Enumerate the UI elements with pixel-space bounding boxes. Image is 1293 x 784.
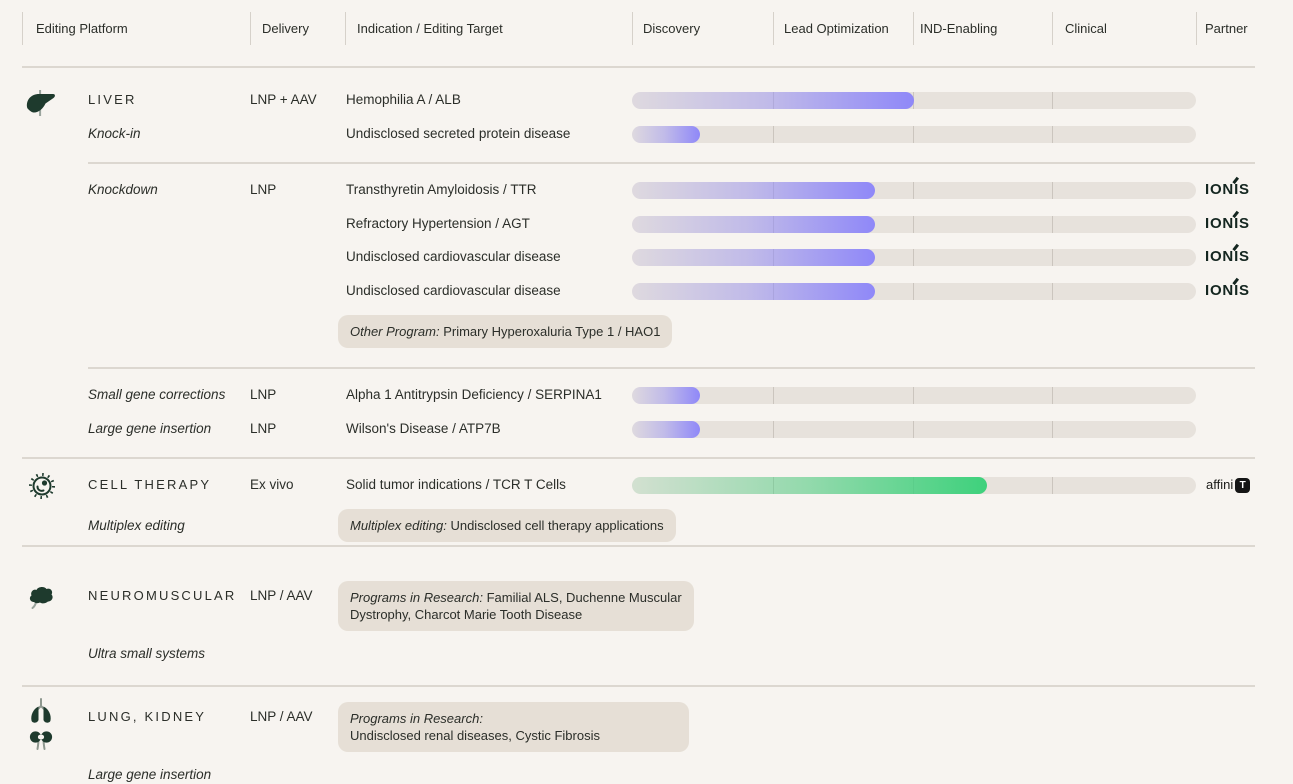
stage-track	[632, 387, 1196, 404]
progress-bar	[632, 421, 1196, 438]
column-header-indication: Indication / Editing Target	[357, 21, 503, 37]
kidneys-icon	[26, 728, 56, 756]
delivery-cell: LNP + AAV	[250, 91, 317, 109]
header-divider	[22, 12, 23, 45]
note-text: Undisclosed cell therapy applications	[450, 518, 663, 533]
organ-label-cell-therapy: CELL THERAPY	[88, 476, 211, 494]
section-separator	[22, 545, 1255, 547]
progress-bar	[632, 182, 1196, 199]
progress-bar	[632, 387, 1196, 404]
affini-t-logo[interactable]: affiniT	[1206, 477, 1250, 493]
pipeline-chart: Editing Platform Delivery Indication / E…	[0, 0, 1293, 784]
research-programs-note: Programs in Research: Familial ALS, Duch…	[338, 581, 694, 631]
progress-fill	[632, 283, 875, 300]
note-prefix: Multiplex editing:	[350, 518, 447, 533]
affini-badge-icon: T	[1235, 478, 1250, 493]
header-divider	[632, 12, 633, 45]
progress-bar	[632, 216, 1196, 233]
column-header-ind-enabling: IND-Enabling	[920, 21, 997, 37]
column-header-editing-platform: Editing Platform	[36, 21, 128, 37]
platform-label-ultra-small-systems: Ultra small systems	[88, 645, 205, 663]
indication-cell: Undisclosed cardiovascular disease	[346, 282, 561, 300]
column-header-delivery: Delivery	[262, 21, 309, 37]
progress-fill	[632, 92, 914, 109]
progress-bar	[632, 477, 1196, 494]
platform-label-large-gene-insertion-bottom: Large gene insertion	[88, 766, 211, 784]
platform-label-large-gene-insertion: Large gene insertion	[88, 420, 211, 438]
column-header-discovery: Discovery	[643, 21, 700, 37]
indication-cell: Refractory Hypertension / AGT	[346, 215, 530, 233]
header-divider	[773, 12, 774, 45]
ionis-logo[interactable]: IONIS	[1205, 216, 1250, 232]
organ-label-lung-kidney: LUNG, KIDNEY	[88, 708, 206, 726]
section-separator	[22, 685, 1255, 687]
note-text: Undisclosed renal diseases, Cystic Fibro…	[350, 727, 677, 744]
header-divider	[1196, 12, 1197, 45]
note-prefix: Programs in Research:	[350, 711, 483, 726]
section-separator	[22, 457, 1255, 459]
delivery-cell: LNP	[250, 386, 276, 404]
delivery-cell: Ex vivo	[250, 476, 294, 494]
indication-cell: Hemophilia A / ALB	[346, 91, 461, 109]
indication-cell: Solid tumor indications / TCR T Cells	[346, 476, 566, 494]
progress-bar	[632, 126, 1196, 143]
delivery-cell: LNP	[250, 420, 276, 438]
cell-icon	[26, 470, 58, 502]
stage-track	[632, 421, 1196, 438]
progress-fill	[632, 421, 700, 438]
header-divider	[250, 12, 251, 45]
section-separator	[22, 66, 1255, 68]
affini-text: affini	[1206, 477, 1233, 493]
progress-fill	[632, 182, 875, 199]
platform-label-multiplex-editing: Multiplex editing	[88, 517, 185, 535]
indication-cell: Alpha 1 Antitrypsin Deficiency / SERPINA…	[346, 386, 602, 404]
lungs-icon	[26, 696, 56, 726]
delivery-cell: LNP / AAV	[250, 708, 313, 726]
progress-fill	[632, 126, 700, 143]
ionis-logo[interactable]: IONIS	[1205, 283, 1250, 299]
platform-label-knock-in: Knock-in	[88, 125, 141, 143]
column-header-partner: Partner	[1205, 21, 1248, 37]
platform-label-small-gene-corrections: Small gene corrections	[88, 386, 225, 404]
note-prefix: Programs in Research:	[350, 590, 483, 605]
progress-fill	[632, 216, 875, 233]
column-header-lead-optimization: Lead Optimization	[784, 21, 889, 37]
column-header-clinical: Clinical	[1065, 21, 1107, 37]
note-prefix: Other Program:	[350, 324, 440, 339]
delivery-cell: LNP / AAV	[250, 587, 313, 605]
progress-bar	[632, 249, 1196, 266]
progress-fill	[632, 477, 987, 494]
header-divider	[345, 12, 346, 45]
header-divider	[1052, 12, 1053, 45]
delivery-cell: LNP	[250, 181, 276, 199]
ionis-logo[interactable]: IONIS	[1205, 182, 1250, 198]
indication-cell: Undisclosed cardiovascular disease	[346, 248, 561, 266]
liver-icon	[24, 86, 58, 118]
other-program-note: Other Program: Primary Hyperoxaluria Typ…	[338, 315, 672, 348]
progress-fill	[632, 249, 875, 266]
note-text: Primary Hyperoxaluria Type 1 / HAO1	[443, 324, 660, 339]
progress-bar	[632, 283, 1196, 300]
stage-track	[632, 126, 1196, 143]
organ-label-neuromuscular: NEUROMUSCULAR	[88, 587, 237, 605]
research-programs-note: Programs in Research:Undisclosed renal d…	[338, 702, 689, 752]
progress-bar	[632, 92, 1196, 109]
indication-cell: Transthyretin Amyloidosis / TTR	[346, 181, 537, 199]
progress-fill	[632, 387, 700, 404]
subsection-separator	[88, 162, 1255, 164]
brain-icon	[25, 581, 57, 611]
organ-label-liver: LIVER	[88, 91, 137, 109]
multiplex-note: Multiplex editing: Undisclosed cell ther…	[338, 509, 676, 542]
ionis-logo[interactable]: IONIS	[1205, 249, 1250, 265]
platform-label-knockdown: Knockdown	[88, 181, 158, 199]
header-divider	[913, 12, 914, 45]
subsection-separator	[88, 367, 1255, 369]
indication-cell: Wilson's Disease / ATP7B	[346, 420, 501, 438]
indication-cell: Undisclosed secreted protein disease	[346, 125, 570, 143]
